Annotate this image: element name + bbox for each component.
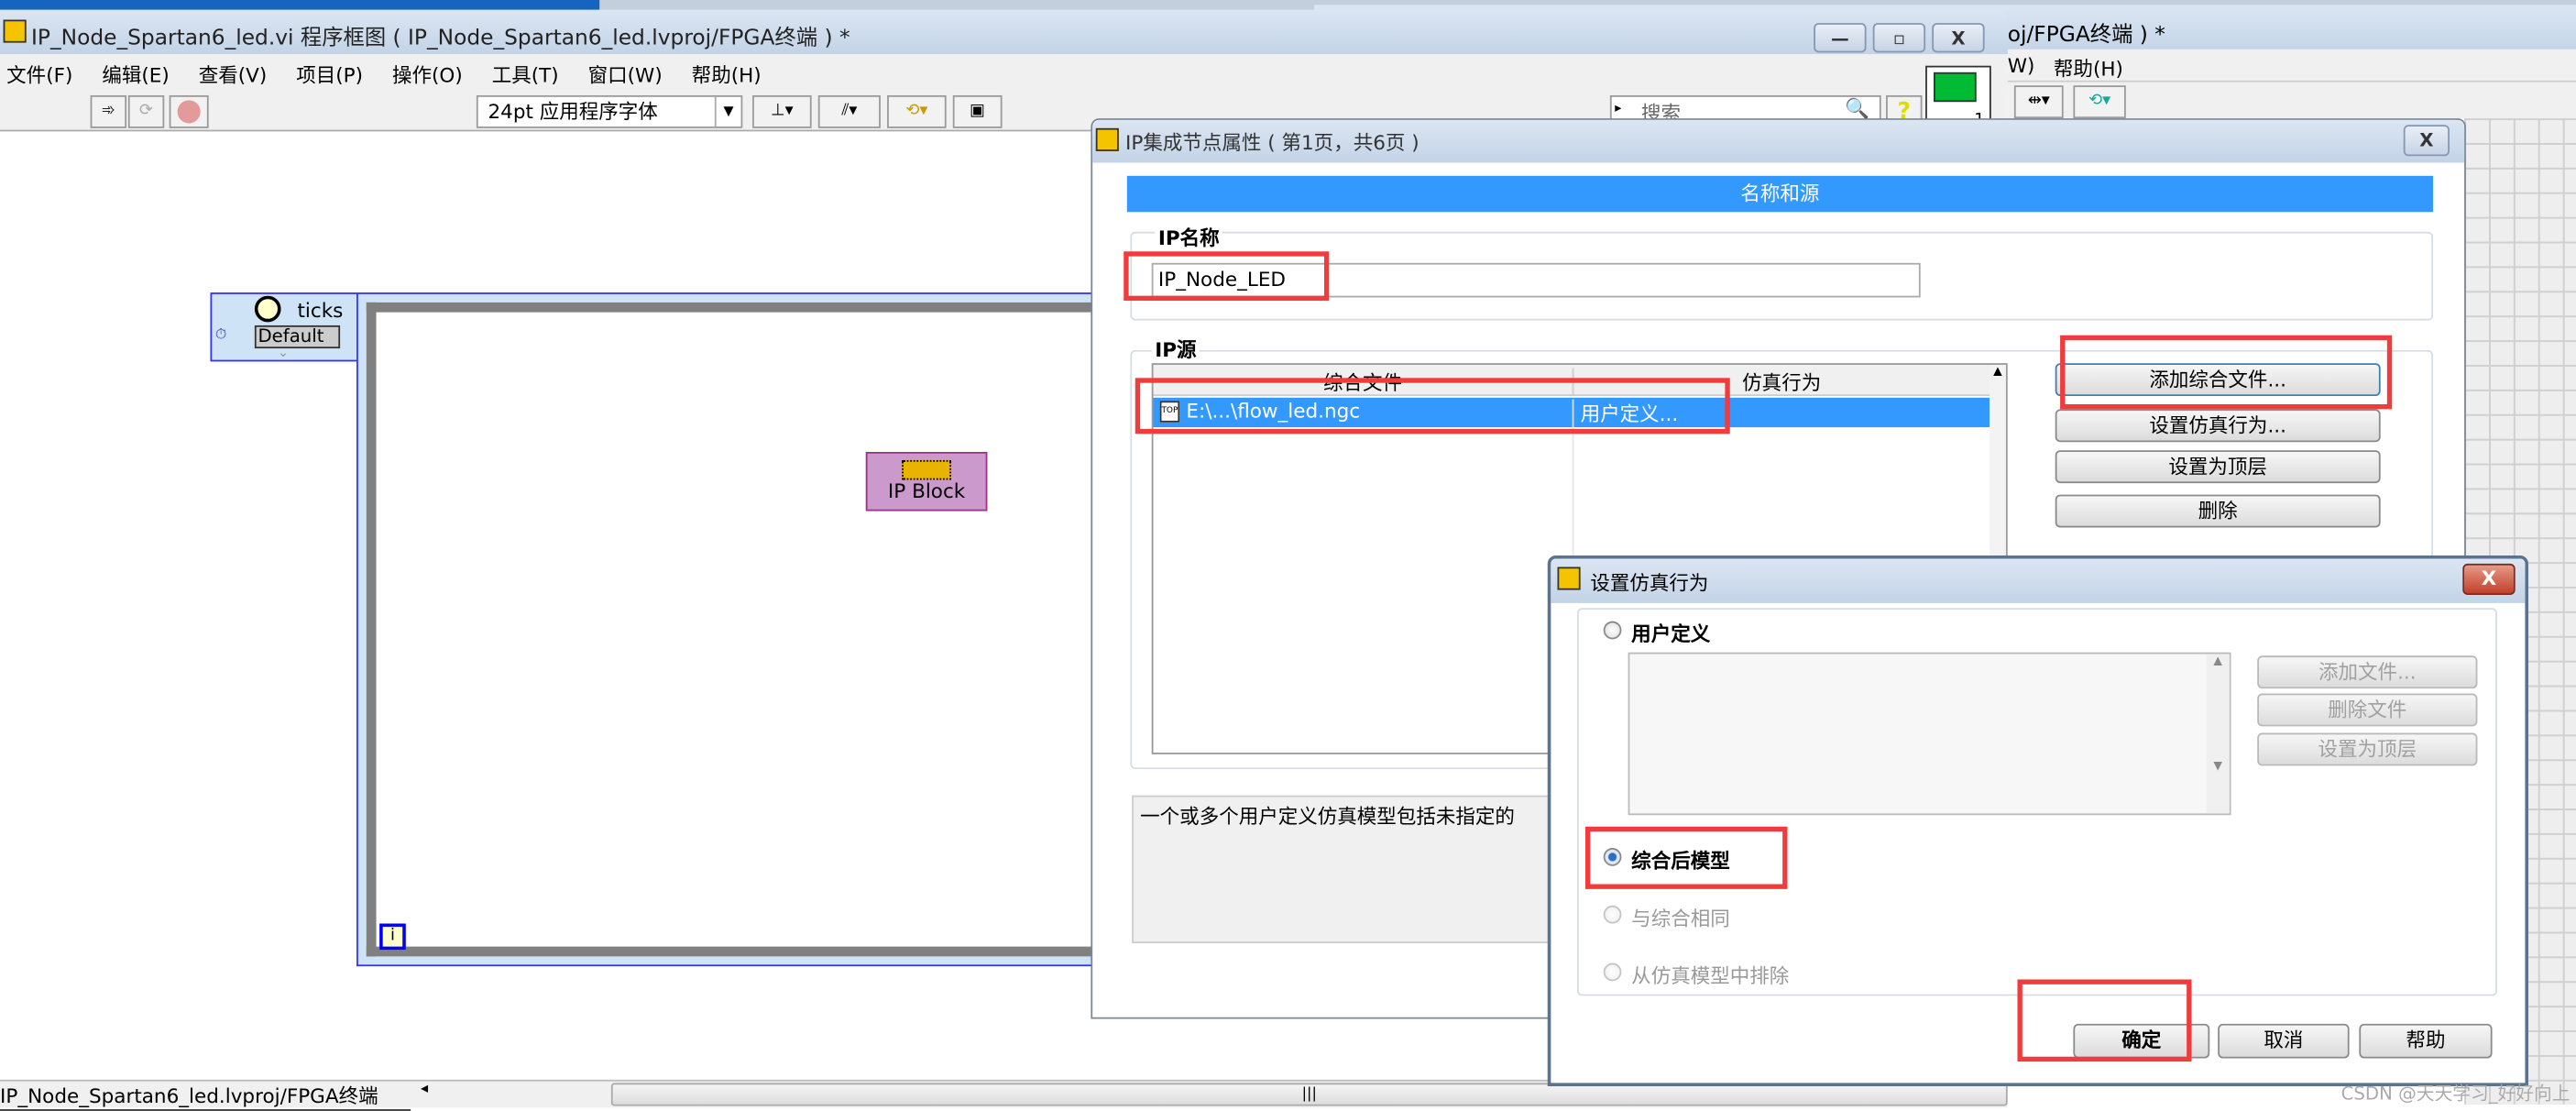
sim-dialog-titlebar: 设置仿真行为 X (1551, 558, 2526, 603)
menu-file[interactable]: 文件(F) (6, 64, 72, 87)
back-menu-help[interactable]: 帮助(H) (2054, 54, 2123, 82)
waveform-icon (1934, 72, 1977, 103)
menu-tools[interactable]: 工具(T) (492, 64, 559, 87)
list-scrollbar[interactable]: ▲ ▼ (2206, 654, 2230, 814)
highlight-box (2017, 979, 2192, 1062)
radio-same-as-synthesis[interactable] (1603, 905, 1622, 924)
maximize-button[interactable]: ▫ (1872, 23, 1926, 53)
delete-file-button[interactable]: 删除文件 (2257, 693, 2478, 727)
cancel-button[interactable]: 取消 (2218, 1023, 2350, 1059)
watermark: CSDN @天天学习_好好向上 (2340, 1083, 2571, 1105)
menu-operate[interactable]: 操作(O) (392, 64, 463, 87)
distribute-objects-icon[interactable]: ⫽▾ (817, 94, 881, 128)
user-defined-label: 用户定义 (1631, 622, 1711, 646)
set-sim-behavior-button[interactable]: 设置仿真行为... (2055, 409, 2381, 443)
sim-dialog-title: 设置仿真行为 (1590, 571, 1709, 595)
ip-name-label: IP名称 (1155, 223, 1223, 252)
main-window-titlebar: IP_Node_Spartan6_led.vi 程序框图 ( IP_Node_S… (0, 9, 2008, 55)
close-button[interactable]: X (2462, 563, 2516, 595)
highlight-box (1584, 826, 1788, 889)
align-icon[interactable]: ⊥▾ (752, 94, 812, 128)
font-select[interactable]: 24pt 应用程序字体 ▼ (476, 94, 743, 128)
ip-block-label: IP Block (887, 479, 966, 503)
horizontal-scrollbar[interactable]: ||| (610, 1083, 2008, 1106)
timed-loop-frame[interactable]: i (356, 292, 1113, 967)
menu-project[interactable]: 项目(P) (296, 64, 363, 87)
cleanup-diagram-icon[interactable]: ▣ (952, 94, 1003, 128)
labview-icon (1095, 127, 1119, 151)
main-window-title: IP_Node_Spartan6_led.vi 程序框图 ( IP_Node_S… (31, 26, 850, 51)
timed-loop-body (366, 302, 1111, 957)
reorder-objects-icon[interactable]: ⟲▾ (887, 94, 947, 128)
menu-help[interactable]: 帮助(H) (692, 64, 762, 87)
timer-icon: ⏱ (214, 326, 227, 344)
exclude-label: 从仿真模型中排除 (1631, 964, 1790, 988)
ip-block-node[interactable]: IP Block (865, 452, 988, 512)
taskbar-strip (0, 0, 600, 10)
highlight-box (2060, 335, 2393, 410)
radio-exclude[interactable] (1603, 962, 1622, 982)
back-window-toolbar: ⇹▾ ⟲▾ (2007, 82, 2576, 119)
run-continuously-icon[interactable]: ⟳ (127, 94, 165, 128)
description-text: 一个或多个用户定义仿真模型包括未指定的 (1140, 805, 1515, 829)
add-file-button[interactable]: 添加文件... (2257, 655, 2478, 689)
back-menu-window[interactable]: W) (2008, 54, 2035, 77)
close-button[interactable]: X (1932, 23, 1985, 53)
section-header: 名称和源 (1126, 175, 2434, 213)
clock-icon (254, 295, 281, 323)
abort-icon[interactable] (169, 94, 209, 128)
timing-mode-field[interactable]: Default (254, 324, 341, 349)
user-file-list[interactable]: ▲ ▼ (1628, 652, 2231, 816)
radio-user-defined[interactable] (1603, 621, 1622, 640)
chevron-right-icon: ▸ (1615, 100, 1622, 116)
minimize-button[interactable]: — (1814, 23, 1867, 53)
iteration-terminal: i (379, 923, 406, 951)
font-select-value: 24pt 应用程序字体 (488, 100, 658, 124)
ip-dialog-title: IP集成节点属性 ( 第1页，共6页 ) (1125, 131, 1420, 155)
status-path: IP_Node_Spartan6_led.lvproj/FPGA终端 (0, 1082, 411, 1111)
search-icon: 🔍 (1845, 96, 1870, 120)
chevron-down-icon: ▼ (714, 96, 741, 127)
reorder-icon[interactable]: ⟲▾ (2073, 85, 2126, 119)
close-button[interactable]: X (2403, 125, 2450, 157)
menu-edit[interactable]: 编辑(E) (102, 64, 169, 87)
labview-icon (3, 19, 27, 43)
labview-icon (1557, 566, 1581, 590)
run-arrow-icon[interactable]: ➾ (90, 94, 127, 128)
highlight-box (1135, 378, 1730, 434)
set-top-file-button[interactable]: 设置为顶层 (2257, 732, 2478, 766)
back-window-title: oj/FPGA终端 ) * (2007, 23, 2165, 48)
expand-chevron-icon[interactable]: ⌄ (278, 345, 289, 359)
set-top-button[interactable]: 设置为顶层 (2055, 450, 2381, 484)
menu-view[interactable]: 查看(V) (199, 64, 268, 87)
highlight-box (1124, 251, 1330, 302)
ip-source-label: IP源 (1151, 335, 1200, 364)
ip-dialog-titlebar: IP集成节点属性 ( 第1页，共6页 ) X (1092, 119, 2465, 163)
help-button[interactable]: 帮助 (2359, 1023, 2493, 1059)
ip-chip-icon (902, 459, 951, 480)
scroll-left-icon[interactable]: ◂ (421, 1082, 428, 1098)
distribute-icon[interactable]: ⇹▾ (2013, 85, 2064, 119)
same-as-synthesis-label: 与综合相同 (1631, 907, 1730, 930)
delete-button[interactable]: 删除 (2055, 494, 2381, 528)
back-window-menubar: W) 帮助(H) (2007, 49, 2576, 82)
menu-window[interactable]: 窗口(W) (588, 64, 663, 87)
timed-loop-input-node[interactable]: ticks ⏱ Default ⌄ (210, 292, 358, 362)
main-menubar: 文件(F) 编辑(E) 查看(V) 项目(P) 操作(O) 工具(T) 窗口(W… (0, 54, 2008, 91)
timing-source-label: ticks (297, 299, 344, 323)
